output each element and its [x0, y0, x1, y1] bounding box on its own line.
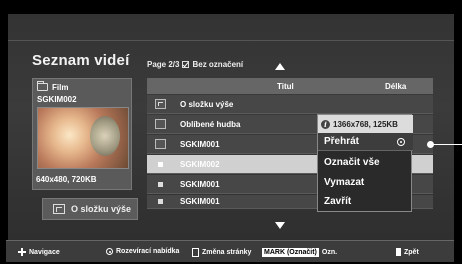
preview-type-label: Film — [52, 82, 69, 92]
list-item-label: O složku výše — [180, 100, 234, 109]
mark-key: MARK (Označit) — [262, 248, 319, 257]
video-file-icon — [158, 199, 163, 204]
radio-selected-icon — [397, 138, 405, 146]
close-label: Zavřít — [324, 195, 352, 207]
preview-type: Film — [37, 81, 77, 92]
footer-dropdown-label: Rozevírací nabídka — [116, 248, 180, 255]
column-title[interactable]: Titul — [277, 82, 294, 91]
list-item-label: Oblíbené hudba — [180, 120, 241, 129]
delete-label: Vymazat — [324, 176, 365, 188]
list-item-label: SGKIM001 — [180, 140, 220, 149]
footer-page-change: Změna stránky — [192, 248, 251, 257]
folder-icon — [155, 119, 166, 129]
preview-file-name: SGKIM002 — [37, 95, 77, 104]
preview-header: Film SGKIM002 — [37, 81, 77, 104]
footer-help-bar: Navigace Rozevírací nabídka Změna stránk… — [6, 240, 454, 262]
folder-up-icon — [155, 99, 166, 109]
go-up-label: O složku výše — [71, 204, 132, 214]
divider — [8, 40, 454, 41]
footer-mark-label: Ozn. — [321, 249, 338, 256]
page-number: Page 2/3 — [147, 60, 180, 69]
mark-all-option[interactable]: Označit vše — [318, 153, 413, 171]
footer-page-change-label: Změna stránky — [202, 249, 252, 256]
page-updown-icon — [192, 248, 199, 257]
close-option[interactable]: Zavřít — [318, 192, 413, 210]
video-file-icon — [158, 182, 163, 187]
footer-navigation: Navigace — [18, 248, 60, 256]
scroll-down-icon[interactable] — [275, 222, 285, 229]
screen: Seznam videí Page 2/3 Bez označení Film … — [0, 0, 462, 264]
pointer-line — [430, 144, 462, 145]
folder-icon — [155, 139, 166, 149]
footer-mark: MARK (Označit) Ozn. — [262, 248, 337, 257]
footer-navigation-label: Navigace — [29, 248, 60, 256]
footer-back: Zpět — [396, 248, 419, 256]
folder-icon — [37, 81, 48, 91]
thumbnail-image — [37, 107, 129, 169]
page-title: Seznam videí — [32, 52, 130, 69]
info-icon: i — [321, 119, 330, 129]
scroll-up-icon[interactable] — [275, 63, 285, 70]
preview-resolution: 640x480, 720KB — [36, 175, 97, 184]
mark-all-label: Označit vše — [324, 156, 380, 168]
list-header: Titul Délka — [147, 78, 433, 94]
video-file-icon — [158, 162, 163, 167]
play-option[interactable]: Přehrát — [318, 133, 413, 151]
pointer-dot — [427, 141, 434, 148]
delete-option[interactable]: Vymazat — [318, 173, 413, 191]
context-menu: i 1366x768, 125KB Přehrát Označit vše Vy… — [317, 114, 413, 212]
thumbnail-detail — [90, 116, 120, 156]
list-item-label: SGKIM001 — [180, 197, 220, 206]
list-item-label: SGKIM001 — [180, 180, 220, 189]
list-item-label: SGKIM002 — [180, 160, 220, 169]
list-item[interactable]: O složku výše — [147, 95, 433, 114]
page-indicator: Page 2/3 Bez označení — [147, 60, 243, 69]
back-key-icon — [396, 248, 401, 256]
preview-panel: Film SGKIM002 640x480, 720KB — [32, 78, 132, 190]
file-info: 1366x768, 125KB — [333, 119, 398, 129]
ok-button-icon — [106, 248, 113, 255]
column-length[interactable]: Délka — [385, 82, 406, 91]
play-option-label: Přehrát — [324, 136, 360, 147]
checkbox-icon[interactable] — [182, 61, 190, 68]
dpad-icon — [18, 248, 26, 256]
filter-label: Bez označení — [192, 60, 244, 69]
folder-up-icon — [53, 204, 65, 214]
footer-dropdown: Rozevírací nabídka — [106, 248, 179, 255]
footer-back-label: Zpět — [404, 248, 419, 256]
go-up-button[interactable]: O složku výše — [42, 198, 138, 220]
context-menu-info: i 1366x768, 125KB — [318, 115, 413, 133]
